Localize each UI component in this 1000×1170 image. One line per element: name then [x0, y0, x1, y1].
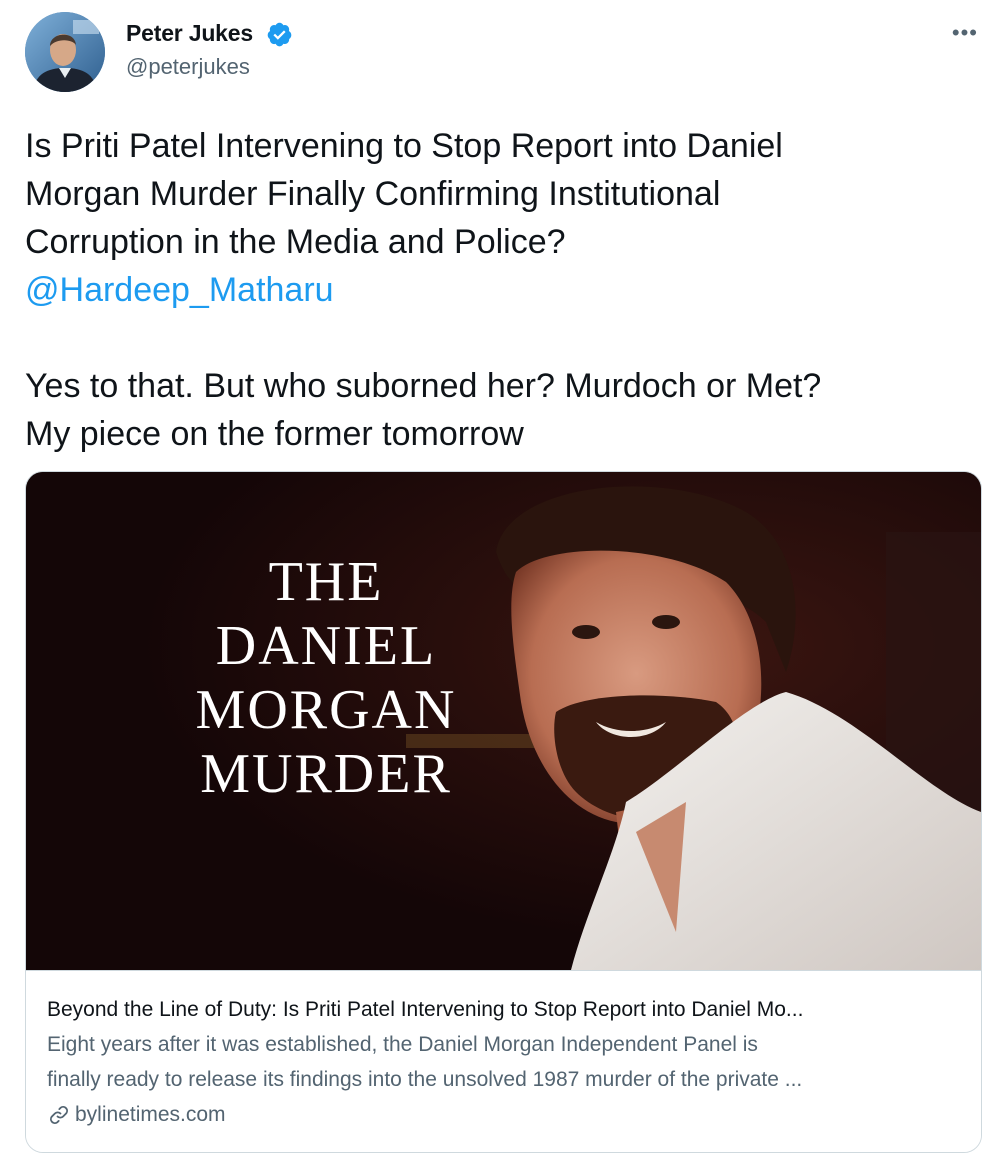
- card-image-title: THE DANIEL MORGAN MURDER: [126, 550, 526, 806]
- tweet-text-line: Is Priti Patel Intervening to Stop Repor…: [25, 127, 783, 165]
- card-title: Beyond the Line of Duty: Is Priti Patel …: [47, 998, 804, 1021]
- more-options-icon[interactable]: •••: [952, 22, 978, 44]
- handle[interactable]: @peterjukes: [126, 54, 250, 80]
- tweet-text-line: Morgan Murder Finally Confirming Institu…: [25, 175, 721, 213]
- tweet-text-line: My piece on the former tomorrow: [25, 415, 524, 453]
- avatar[interactable]: [25, 12, 105, 92]
- card-image: THE DANIEL MORGAN MURDER: [26, 472, 981, 970]
- card-description-line: Eight years after it was established, th…: [47, 1033, 758, 1056]
- tweet-text: Is Priti Patel Intervening to Stop Repor…: [25, 122, 975, 458]
- card-image-title-line: DANIEL: [215, 615, 437, 677]
- card-description: Eight years after it was established, th…: [47, 1027, 965, 1097]
- card-image-title-line: MORGAN: [195, 679, 457, 741]
- card-image-title-line: MURDER: [200, 743, 452, 805]
- link-icon: [50, 1106, 68, 1124]
- card-domain: bylinetimes.com: [47, 1097, 981, 1133]
- tweet-text-line: Yes to that. But who suborned her? Murdo…: [25, 367, 822, 405]
- tweet-text-line: Corruption in the Media and Police?: [25, 223, 566, 261]
- card-footer: Beyond the Line of Duty: Is Priti Patel …: [26, 970, 981, 1152]
- avatar-image: [25, 12, 105, 92]
- verified-badge-icon: [267, 22, 292, 47]
- display-name[interactable]: Peter Jukes: [126, 20, 253, 47]
- card-domain-text: bylinetimes.com: [75, 1103, 226, 1126]
- card-description-line: finally ready to release its findings in…: [47, 1068, 803, 1091]
- link-card[interactable]: THE DANIEL MORGAN MURDER Beyond the Line…: [25, 471, 982, 1153]
- mention-link[interactable]: @Hardeep_Matharu: [25, 271, 334, 309]
- card-image-title-line: THE: [268, 551, 384, 613]
- tweet: Peter Jukes @peterjukes ••• Is Priti Pat…: [0, 0, 1000, 1170]
